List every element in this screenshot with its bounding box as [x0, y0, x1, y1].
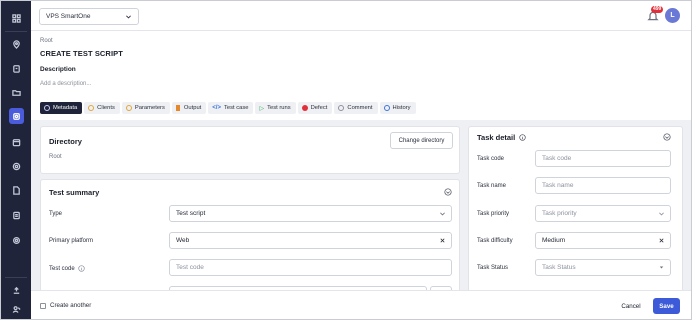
- directory-card: Directory Root Change directory: [40, 126, 460, 174]
- description-input[interactable]: Add a description...: [40, 81, 91, 87]
- caret-down-icon: [659, 266, 664, 269]
- task-difficulty-value: Medium: [542, 237, 566, 244]
- tab-label: Comment: [347, 105, 373, 111]
- type-select[interactable]: Test script: [169, 205, 452, 222]
- description-label: Description: [40, 66, 76, 73]
- task-priority-label: Task priority: [477, 211, 510, 217]
- avatar[interactable]: L: [665, 8, 680, 23]
- sidebar: [1, 1, 31, 319]
- task-status-label: Task Status: [477, 265, 509, 271]
- task-name-label: Task name: [477, 183, 507, 189]
- directory-title: Directory: [49, 137, 82, 146]
- test-scripts-icon[interactable]: [1, 108, 31, 124]
- task-code-label: Task code: [477, 156, 505, 162]
- code-icon: </>: [212, 105, 221, 111]
- chevron-down-icon: [659, 212, 664, 216]
- tab-label: Test runs: [267, 105, 291, 111]
- history-icon: [383, 105, 390, 111]
- sidebar-divider: [5, 31, 27, 32]
- parameters-icon: [125, 105, 132, 111]
- collapse-icon[interactable]: [663, 133, 671, 141]
- tab-comment[interactable]: Comment: [334, 102, 378, 114]
- tab-label: Test case: [223, 105, 249, 111]
- sidebar-divider: [5, 277, 27, 278]
- tab-label: Output: [183, 105, 202, 111]
- task-detail-header: Task detail: [477, 133, 526, 142]
- form-footer: Create another Cancel Save: [31, 290, 691, 319]
- apps-grid-icon[interactable]: [1, 10, 31, 26]
- location-icon[interactable]: [1, 36, 31, 52]
- tab-defect[interactable]: Defect: [297, 102, 333, 114]
- clear-icon[interactable]: [658, 237, 665, 244]
- notification-badge: 499: [651, 6, 664, 13]
- tab-test-case[interactable]: </> Test case: [208, 102, 254, 114]
- calendar-icon[interactable]: [1, 134, 31, 150]
- task-detail-title: Task detail: [477, 133, 516, 142]
- breadcrumb[interactable]: Root: [40, 38, 53, 44]
- directory-value: Root: [49, 154, 62, 160]
- comment-icon: [338, 105, 345, 111]
- task-priority-placeholder: Task priority: [542, 210, 577, 217]
- test-code-input[interactable]: Test code: [169, 259, 452, 276]
- test-code-label-text: Test code: [49, 265, 75, 272]
- bug-icon: [301, 105, 308, 111]
- task-name-input[interactable]: Task name: [535, 177, 671, 194]
- test-code-label: Test code: [49, 265, 85, 272]
- task-priority-select[interactable]: Task priority: [535, 205, 671, 222]
- tab-label: Parameters: [134, 105, 165, 111]
- tab-label: History: [392, 105, 411, 111]
- create-another-label[interactable]: Create another: [50, 302, 91, 309]
- collapse-icon[interactable]: [444, 188, 452, 196]
- clients-icon: [88, 105, 95, 111]
- test-summary-title: Test summary: [49, 188, 100, 197]
- tag-icon: [44, 105, 50, 111]
- task-difficulty-label: Task difficulty: [477, 238, 513, 244]
- export-icon[interactable]: [1, 282, 31, 298]
- type-label: Type: [49, 211, 63, 217]
- platform-label: Primary platform: [49, 238, 94, 244]
- clipboard-icon[interactable]: [1, 60, 31, 76]
- platform-select[interactable]: Web: [169, 232, 452, 249]
- change-directory-button[interactable]: Change directory: [390, 132, 453, 149]
- chevron-down-icon: [440, 212, 445, 216]
- task-difficulty-select[interactable]: Medium: [535, 232, 671, 249]
- project-select[interactable]: VPS SmartOne: [39, 8, 139, 25]
- folder-icon[interactable]: [1, 84, 31, 100]
- tab-bar: Metadata Clients Parameters Output </> T…: [40, 102, 416, 114]
- tab-output[interactable]: Output: [171, 102, 207, 114]
- project-name: VPS SmartOne: [46, 13, 91, 20]
- info-icon[interactable]: [519, 134, 526, 141]
- play-icon: ▷: [259, 105, 265, 112]
- create-another-checkbox[interactable]: [40, 303, 46, 309]
- user-switch-icon[interactable]: [1, 301, 31, 317]
- task-status-select[interactable]: Task Status: [535, 259, 671, 276]
- save-button[interactable]: Save: [653, 298, 680, 314]
- tab-parameters[interactable]: Parameters: [121, 102, 170, 114]
- type-value: Test script: [176, 210, 206, 217]
- platform-value: Web: [176, 237, 190, 244]
- tab-test-runs[interactable]: ▷ Test runs: [255, 102, 296, 114]
- tab-label: Clients: [97, 105, 115, 111]
- task-code-input[interactable]: Task code: [535, 150, 671, 167]
- top-bar: VPS SmartOne 499 L: [31, 1, 691, 31]
- clear-icon[interactable]: [439, 237, 446, 244]
- test-summary-card: Test summary Type Test script Primary pl…: [40, 179, 460, 292]
- report-icon[interactable]: [1, 207, 31, 223]
- task-status-placeholder: Task Status: [542, 264, 576, 271]
- settings-icon[interactable]: [1, 232, 31, 248]
- task-detail-card: Task detail Task code Task code Task nam…: [468, 126, 683, 290]
- tab-history[interactable]: History: [379, 102, 416, 114]
- tab-label: Defect: [310, 105, 328, 111]
- page-title: CREATE TEST SCRIPT: [40, 49, 123, 58]
- tab-clients[interactable]: Clients: [84, 102, 120, 114]
- cancel-button[interactable]: Cancel: [613, 299, 649, 314]
- output-icon: [175, 105, 181, 111]
- target-icon[interactable]: [1, 158, 31, 174]
- tab-label: Metadata: [53, 105, 78, 111]
- chevron-down-icon: [126, 15, 131, 19]
- document-icon[interactable]: [1, 182, 31, 198]
- info-icon[interactable]: [78, 265, 85, 272]
- tab-metadata[interactable]: Metadata: [40, 102, 83, 114]
